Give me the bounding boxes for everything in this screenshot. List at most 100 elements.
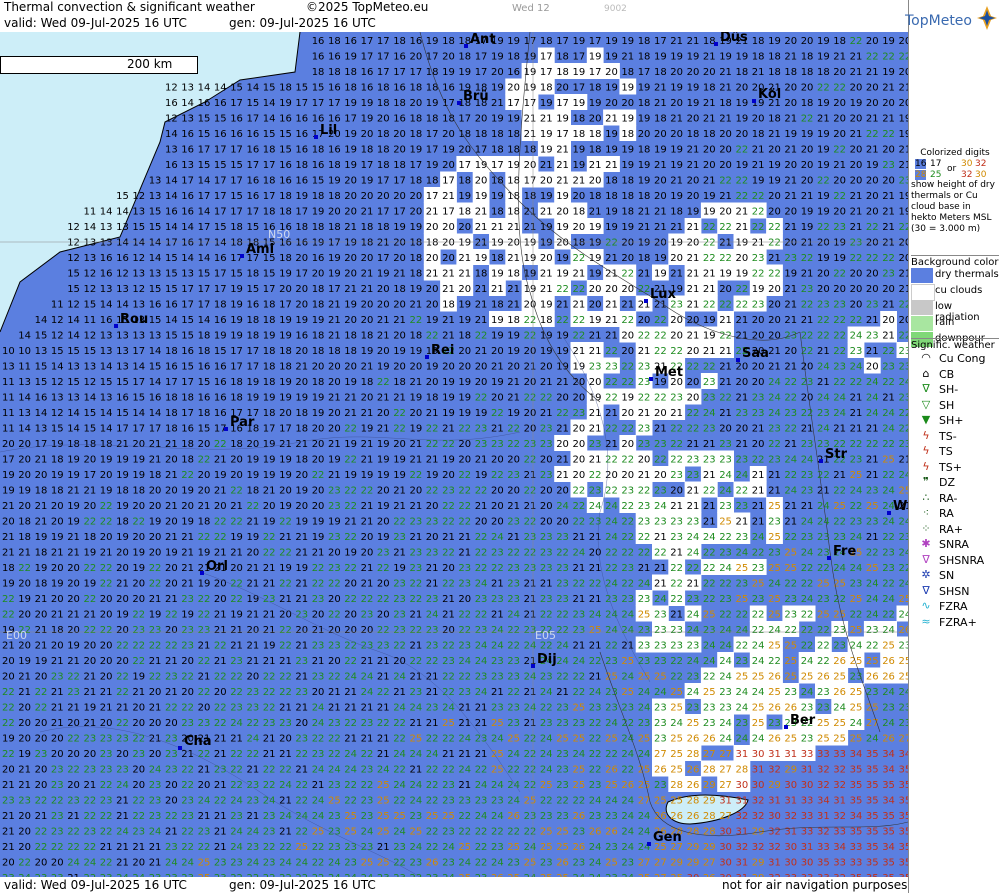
svg-text:20: 20 xyxy=(132,579,145,590)
svg-text:21: 21 xyxy=(703,52,716,63)
svg-text:23: 23 xyxy=(801,284,814,295)
svg-text:16: 16 xyxy=(165,98,178,109)
svg-text:23: 23 xyxy=(654,780,667,791)
svg-text:27: 27 xyxy=(719,765,732,776)
svg-text:20: 20 xyxy=(410,191,423,202)
svg-text:18: 18 xyxy=(279,362,292,373)
svg-text:18: 18 xyxy=(312,346,325,357)
svg-text:21: 21 xyxy=(165,501,178,512)
svg-text:23: 23 xyxy=(654,703,667,714)
svg-text:23: 23 xyxy=(361,610,374,621)
svg-text:32: 32 xyxy=(833,765,846,776)
svg-text:18: 18 xyxy=(524,145,537,156)
svg-text:19: 19 xyxy=(263,517,276,528)
svg-text:21: 21 xyxy=(35,501,48,512)
city-antwerp: Ant xyxy=(464,32,496,48)
svg-text:16: 16 xyxy=(247,176,260,187)
svg-text:19: 19 xyxy=(817,253,830,264)
svg-text:20: 20 xyxy=(132,594,145,605)
svg-text:23: 23 xyxy=(784,253,797,264)
svg-text:13: 13 xyxy=(100,284,113,295)
svg-text:23: 23 xyxy=(524,532,537,543)
svg-text:20: 20 xyxy=(198,780,211,791)
svg-text:13: 13 xyxy=(132,207,145,218)
svg-text:23: 23 xyxy=(475,424,488,435)
svg-text:20: 20 xyxy=(670,331,683,342)
svg-text:23: 23 xyxy=(703,393,716,404)
svg-text:20: 20 xyxy=(736,377,749,388)
svg-text:22: 22 xyxy=(524,455,537,466)
svg-text:20: 20 xyxy=(410,362,423,373)
svg-text:17: 17 xyxy=(165,238,178,249)
svg-text:22: 22 xyxy=(654,315,667,326)
svg-text:19: 19 xyxy=(491,191,504,202)
weather-item-label: TS- xyxy=(939,429,957,443)
svg-text:21: 21 xyxy=(84,486,97,497)
svg-text:13: 13 xyxy=(181,160,194,171)
svg-text:23: 23 xyxy=(589,780,602,791)
svg-text:17: 17 xyxy=(361,36,374,47)
svg-text:20: 20 xyxy=(377,408,390,419)
svg-text:24: 24 xyxy=(605,610,618,621)
svg-text:18: 18 xyxy=(328,36,341,47)
svg-text:22: 22 xyxy=(736,300,749,311)
svg-text:20: 20 xyxy=(116,563,129,574)
svg-text:16: 16 xyxy=(198,98,211,109)
svg-text:21: 21 xyxy=(719,238,732,249)
svg-text:23: 23 xyxy=(670,625,683,636)
svg-text:21: 21 xyxy=(784,191,797,202)
svg-text:18: 18 xyxy=(230,439,243,450)
svg-text:21: 21 xyxy=(638,269,651,280)
svg-text:20: 20 xyxy=(654,176,667,187)
svg-text:35: 35 xyxy=(850,827,863,838)
svg-text:20: 20 xyxy=(850,284,863,295)
weather-item-label: SNRA xyxy=(939,538,969,551)
svg-text:17: 17 xyxy=(377,176,390,187)
svg-text:35: 35 xyxy=(899,842,909,853)
svg-text:23: 23 xyxy=(328,842,341,853)
forecast-map[interactable]: 16 18 16 17 17 18 16 19 18 18 17 19 19 17 18 17 19 17 19 19… xyxy=(0,32,908,877)
svg-text:20: 20 xyxy=(165,517,178,528)
svg-text:22: 22 xyxy=(589,749,602,760)
svg-text:21: 21 xyxy=(670,610,683,621)
svg-text:19: 19 xyxy=(605,207,618,218)
svg-text:18: 18 xyxy=(426,238,439,249)
svg-text:22: 22 xyxy=(491,408,504,419)
svg-text:29: 29 xyxy=(687,842,700,853)
svg-text:16: 16 xyxy=(181,424,194,435)
svg-text:21: 21 xyxy=(736,439,749,450)
svg-text:16: 16 xyxy=(328,83,341,94)
svg-text:20: 20 xyxy=(670,486,683,497)
svg-text:24: 24 xyxy=(426,749,439,760)
weather-item-label: RA- xyxy=(939,491,958,505)
svg-text:24: 24 xyxy=(589,501,602,512)
svg-text:20: 20 xyxy=(475,377,488,388)
svg-text:17: 17 xyxy=(556,36,569,47)
svg-text:18: 18 xyxy=(638,145,651,156)
svg-text:35: 35 xyxy=(866,780,879,791)
svg-text:22: 22 xyxy=(279,625,292,636)
svg-text:21: 21 xyxy=(573,269,586,280)
svg-text:20: 20 xyxy=(638,315,651,326)
svg-text:20: 20 xyxy=(295,284,308,295)
svg-text:23: 23 xyxy=(214,858,227,869)
svg-text:16: 16 xyxy=(295,114,308,125)
svg-text:18: 18 xyxy=(752,129,765,140)
svg-text:21: 21 xyxy=(507,501,520,512)
snow-shower-icon: ∇ xyxy=(922,583,930,597)
svg-text:23: 23 xyxy=(132,749,145,760)
svg-text:21: 21 xyxy=(116,811,129,822)
svg-text:21: 21 xyxy=(361,517,374,528)
svg-text:21: 21 xyxy=(899,284,909,295)
svg-text:19: 19 xyxy=(132,470,145,481)
svg-text:20: 20 xyxy=(540,253,553,264)
svg-text:22: 22 xyxy=(165,641,178,652)
svg-text:20: 20 xyxy=(736,362,749,373)
topmeteo-logo[interactable]: TopMeteo xyxy=(904,4,997,32)
svg-text:23: 23 xyxy=(899,439,909,450)
svg-text:22: 22 xyxy=(784,625,797,636)
svg-text:23: 23 xyxy=(361,641,374,652)
svg-text:21: 21 xyxy=(295,362,308,373)
svg-text:24: 24 xyxy=(654,594,667,605)
svg-text:22: 22 xyxy=(670,594,683,605)
